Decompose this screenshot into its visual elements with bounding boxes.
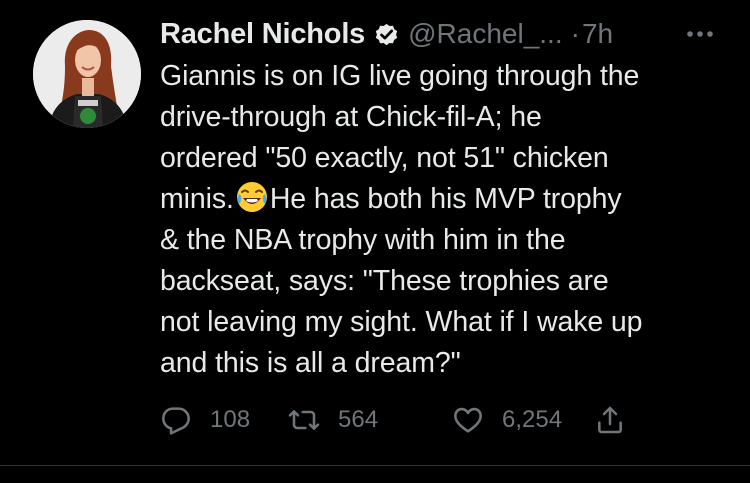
- author-name[interactable]: Rachel Nichols: [160, 18, 365, 51]
- share-icon: [594, 404, 626, 436]
- tweet-timestamp[interactable]: 7h: [582, 18, 613, 50]
- reply-button[interactable]: 108: [160, 400, 250, 440]
- like-button[interactable]: 6,254: [452, 400, 562, 440]
- tweet-text-line-with-emoji: minis. He has both his MVP trophy: [160, 179, 730, 220]
- verified-badge-icon: [373, 21, 400, 48]
- retweet-button[interactable]: 564: [288, 400, 378, 440]
- author-handle[interactable]: @Rachel_...: [408, 18, 563, 50]
- tweet-text-segment: He has both his MVP trophy: [269, 183, 622, 215]
- tweet-text-line: backseat, says: "These trophies are: [160, 265, 609, 297]
- tweet-actions: 108 564 6,254: [160, 400, 640, 440]
- tweet-text-line: and this is all a dream?": [160, 347, 461, 379]
- separator-dot: ·: [570, 18, 580, 49]
- tweet-header: Rachel Nichols @Rachel_... · 7h: [160, 14, 613, 54]
- tweet-text-line: not leaving my sight. What if I wake up: [160, 306, 643, 338]
- tweet-text-line: drive-through at Chick-fil-A; he: [160, 101, 542, 133]
- divider: [0, 465, 750, 466]
- reply-count: 108: [210, 406, 251, 433]
- share-button[interactable]: [594, 400, 626, 440]
- reply-icon: [160, 404, 192, 436]
- tweet[interactable]: Rachel Nichols @Rachel_... · 7h Giannis …: [0, 0, 750, 483]
- heart-icon: [452, 404, 484, 436]
- retweet-count: 564: [338, 406, 379, 433]
- retweet-icon: [288, 404, 320, 436]
- tweet-text-segment: minis.: [160, 183, 234, 215]
- more-options-icon[interactable]: [682, 22, 718, 46]
- face-with-tears-of-joy-emoji: [235, 180, 269, 214]
- tweet-text: Giannis is on IG live going through the …: [160, 56, 730, 384]
- tweet-text-line: ordered "50 exactly, not 51" chicken: [160, 142, 609, 174]
- avatar[interactable]: [33, 20, 141, 128]
- tweet-text-line: & the NBA trophy with him in the: [160, 224, 566, 256]
- like-count: 6,254: [502, 406, 563, 433]
- avatar-photo: [33, 20, 141, 128]
- tweet-text-line: Giannis is on IG live going through the: [160, 60, 640, 92]
